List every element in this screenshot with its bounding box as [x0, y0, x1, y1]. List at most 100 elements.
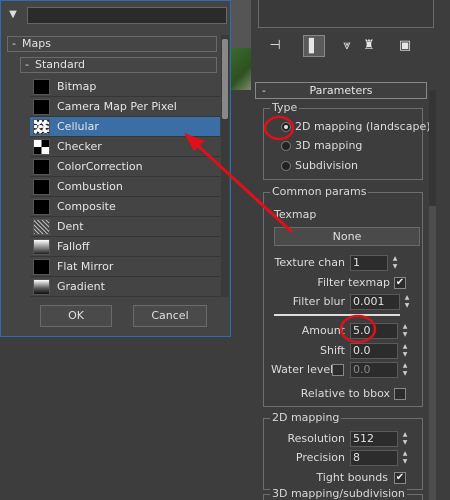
filter-blur-spinner[interactable]: 0.001 ▲ ▼	[350, 294, 412, 310]
map-list-item[interactable]: Combustion	[30, 177, 220, 197]
map-swatch-icon	[33, 279, 50, 295]
show-end-result-icon[interactable]: ▌	[303, 35, 325, 57]
spinner-arrows-icon[interactable]: ▲ ▼	[390, 255, 400, 271]
map-list: Bitmap Camera Map Per Pixel Cellular Checke…	[30, 77, 220, 297]
resolution-label: Resolution	[287, 432, 345, 445]
relative-bbox-checkbox[interactable]	[394, 388, 406, 400]
water-level-checkbox[interactable]	[332, 364, 344, 376]
amount-field[interactable]: 5.0	[350, 323, 398, 339]
ok-button[interactable]: OK	[40, 305, 112, 327]
map-list-item[interactable]: ColorCorrection	[30, 157, 220, 177]
modifier-stack-toolbar: ⊣ ▌ ⩔ ♜ ▣	[262, 35, 422, 57]
texmap-label: Texmap	[274, 208, 317, 221]
map-list-item[interactable]: Flat Mirror	[30, 257, 220, 277]
radio-button[interactable]	[281, 122, 291, 132]
rollout-title: Parameters	[309, 84, 373, 97]
resolution-spinner[interactable]: 512 ▲ ▼	[350, 431, 412, 447]
water-level-spinner[interactable]: 0.0 ▲ ▼	[350, 362, 412, 378]
water-level-field[interactable]: 0.0	[350, 362, 398, 378]
remove-modifier-icon[interactable]: ♜	[358, 35, 380, 57]
mapping-2d-title: 2D mapping	[270, 411, 342, 424]
relative-bbox-label: Relative to bbox	[300, 387, 390, 400]
map-item-label: Combustion	[57, 180, 123, 193]
browser-search-bar: ▼	[5, 7, 230, 25]
shift-field[interactable]: 0.0	[350, 343, 398, 359]
map-item-label: Checker	[57, 140, 102, 153]
map-item-label: Flat Mirror	[57, 260, 114, 273]
spinner-arrows-icon[interactable]: ▲ ▼	[402, 294, 412, 310]
map-list-item[interactable]: Dent	[30, 217, 220, 237]
map-swatch-icon	[33, 179, 50, 195]
texture-chan-label: Texture chan	[274, 256, 346, 269]
command-panel-scrollbar[interactable]	[429, 90, 436, 500]
filter-blur-field[interactable]: 0.001	[350, 294, 400, 310]
map-item-label: Bitmap	[57, 80, 97, 93]
map-swatch-icon	[33, 259, 50, 275]
map-list-item[interactable]: Camera Map Per Pixel	[30, 97, 220, 117]
spinner-arrows-icon[interactable]: ▲ ▼	[400, 362, 410, 378]
spinner-arrows-icon[interactable]: ▲ ▼	[400, 431, 410, 447]
map-swatch-icon	[33, 199, 50, 215]
map-item-label: Dent	[57, 220, 84, 233]
tree-scrollbar-thumb[interactable]	[222, 39, 228, 119]
tight-bounds-label: Tight bounds	[316, 471, 388, 484]
spinner-arrows-icon[interactable]: ▲ ▼	[400, 450, 410, 466]
shift-label: Shift	[319, 344, 345, 357]
search-input[interactable]	[27, 7, 227, 24]
radio-button[interactable]	[281, 141, 291, 151]
map-swatch-icon	[33, 159, 50, 175]
map-swatch-icon	[33, 79, 50, 95]
map-item-label: Gradient	[57, 280, 105, 293]
group-maps[interactable]: - Maps	[7, 36, 217, 52]
precision-field[interactable]: 8	[350, 450, 398, 466]
map-swatch-icon	[33, 139, 50, 155]
map-item-label: Composite	[57, 200, 116, 213]
amount-spinner[interactable]: 5.0 ▲ ▼	[350, 323, 412, 339]
precision-spinner[interactable]: 8 ▲ ▼	[350, 450, 412, 466]
amount-label: Amount	[301, 324, 345, 337]
map-list-item[interactable]: Composite	[30, 197, 220, 217]
map-tree: - Maps - Standard Bitmap Camera Map Per Pix…	[4, 35, 220, 297]
map-item-label: Cellular	[57, 120, 99, 133]
configure-modifier-sets-icon[interactable]: ▣	[394, 35, 416, 57]
parameters-rollout-header[interactable]: - Parameters	[255, 82, 427, 99]
water-level-label: Water level	[271, 363, 334, 376]
radio-button[interactable]	[281, 161, 291, 171]
map-swatch-icon	[33, 219, 50, 235]
map-list-item[interactable]: Checker	[30, 137, 220, 157]
spinner-arrows-icon[interactable]: ▲ ▼	[400, 323, 410, 339]
map-item-label: Camera Map Per Pixel	[57, 100, 177, 113]
resolution-field[interactable]: 512	[350, 431, 398, 447]
map-item-label: ColorCorrection	[57, 160, 143, 173]
tree-scrollbar[interactable]	[221, 35, 229, 297]
precision-label: Precision	[295, 451, 345, 464]
type-group-title: Type	[270, 101, 300, 114]
spinner-arrows-icon[interactable]: ▲ ▼	[400, 343, 410, 359]
material-map-browser-dialog: ▼ - Maps - Standard Bitmap Camera Map Per P…	[0, 0, 231, 337]
map-list-item[interactable]: Gradient	[30, 277, 220, 297]
triangle-down-icon[interactable]: ▼	[5, 9, 21, 23]
make-unique-icon[interactable]: ⩔	[336, 35, 358, 57]
map-list-item[interactable]: Falloff	[30, 237, 220, 257]
shift-spinner[interactable]: 0.0 ▲ ▼	[350, 343, 412, 359]
cancel-button[interactable]: Cancel	[133, 305, 207, 327]
texture-chan-field[interactable]: 1	[350, 255, 388, 271]
modifier-stack-list[interactable]	[258, 0, 434, 28]
filter-texmap-label: Filter texmap	[317, 276, 390, 289]
texmap-none-button[interactable]: None	[274, 227, 420, 246]
map-swatch-icon	[33, 99, 50, 115]
filter-blur-label: Filter blur	[292, 295, 345, 308]
command-panel-scrollbar-thumb[interactable]	[429, 206, 436, 500]
tight-bounds-checkbox[interactable]: ✔	[394, 472, 406, 484]
map-item-label: Falloff	[57, 240, 90, 253]
map-list-item[interactable]: Bitmap	[30, 77, 220, 97]
pin-stack-icon[interactable]: ⊣	[264, 35, 286, 57]
group-standard[interactable]: - Standard	[20, 57, 217, 73]
map-list-item[interactable]: Cellular	[30, 117, 220, 137]
texture-chan-spinner[interactable]: 1 ▲ ▼	[350, 255, 400, 271]
group-maps-label: Maps	[22, 37, 51, 50]
mapping-3d-title: 3D mapping/subdivision	[270, 487, 407, 500]
params-divider	[274, 314, 400, 316]
collapse-icon: -	[12, 37, 16, 50]
filter-texmap-checkbox[interactable]: ✔	[394, 277, 406, 289]
